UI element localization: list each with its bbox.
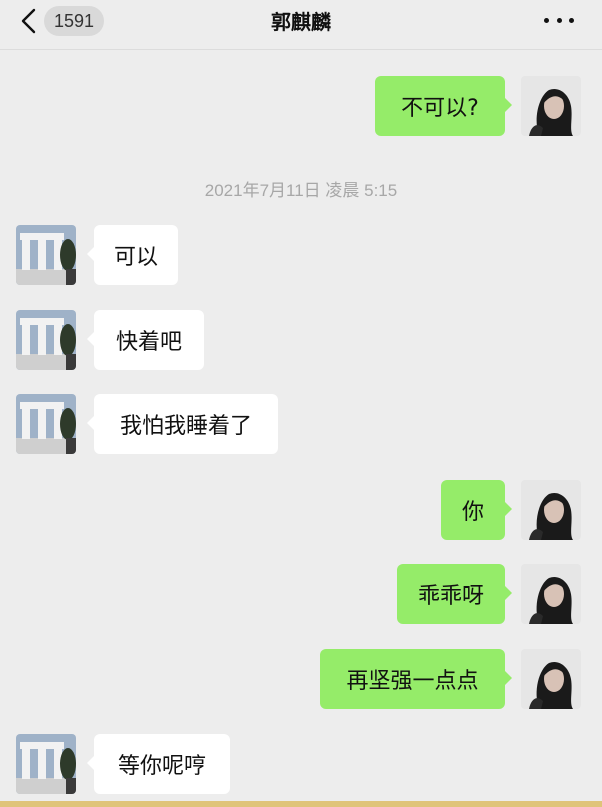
message-bubble[interactable]: 等你呢哼 bbox=[87, 734, 230, 794]
user-avatar[interactable] bbox=[521, 76, 581, 136]
user-avatar[interactable] bbox=[521, 480, 581, 540]
message-bubble[interactable]: 可以 bbox=[87, 225, 178, 285]
chat-title: 郭麒麟 bbox=[271, 10, 331, 34]
more-dots-icon[interactable] bbox=[544, 16, 574, 24]
contact-avatar[interactable] bbox=[16, 734, 76, 794]
user-avatar[interactable] bbox=[521, 564, 581, 624]
message-timestamp: 2021年7月11日 凌晨 5:15 bbox=[204, 181, 398, 200]
contact-avatar[interactable] bbox=[16, 394, 76, 454]
chat-header: 1591 郭麒麟 bbox=[0, 0, 602, 50]
message-bubble[interactable]: 不可以? bbox=[375, 76, 512, 136]
bottom-edge bbox=[0, 801, 602, 807]
contact-avatar[interactable] bbox=[16, 310, 76, 370]
message-bubble[interactable]: 乖乖呀 bbox=[397, 564, 512, 624]
message-bubble[interactable]: 我怕我睡着了 bbox=[87, 394, 278, 454]
message-bubble[interactable]: 快着吧 bbox=[87, 310, 204, 370]
message-bubble[interactable]: 你 bbox=[441, 480, 512, 540]
user-avatar[interactable] bbox=[521, 649, 581, 709]
message-bubble[interactable]: 再坚强一点点 bbox=[320, 649, 512, 709]
contact-avatar[interactable] bbox=[16, 225, 76, 285]
